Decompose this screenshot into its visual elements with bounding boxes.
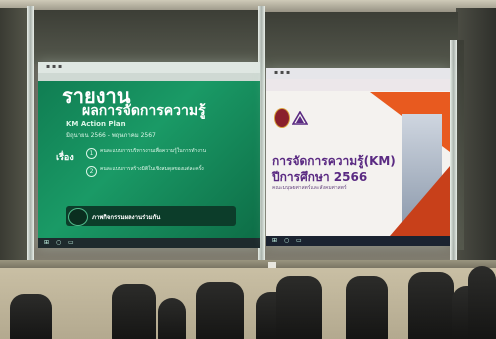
chair xyxy=(346,276,388,339)
chair xyxy=(276,276,322,339)
wall-outlet xyxy=(268,262,276,268)
app-titlebar: ▪ ▪ ▪ xyxy=(38,62,260,73)
taskview-icon: ▭ xyxy=(296,237,302,244)
ribbon-toolbar xyxy=(266,79,450,91)
windows-icon: ⊞ xyxy=(44,239,50,246)
slide-title-line2: ผลการจัดการความรู้ xyxy=(82,103,206,119)
projection-screen-right: ▪ ▪ ▪ การจัดการความรู้(KM) ปีการศึกษา 25… xyxy=(266,68,450,246)
projection-screen-left: ▪ ▪ ▪ รายงาน ผลการจัดการความรู้ KM Actio… xyxy=(38,62,260,248)
accent-shape xyxy=(390,166,450,236)
topic-label: เรื่อง xyxy=(56,153,74,163)
search-icon: ○ xyxy=(56,239,62,246)
topic-item-1: คนละแบบการบริหารงานเพื่อความรู้ในการทำงา… xyxy=(100,148,207,154)
faculty-logo-icon xyxy=(291,110,309,125)
taskview-icon: ▭ xyxy=(68,239,74,246)
chair xyxy=(158,298,186,339)
topic-item-2: คนละแบบการสร้างมิติในเชิงสมดุลของแต่ละคร… xyxy=(100,166,204,172)
window-blind-right xyxy=(262,12,458,70)
search-icon: ○ xyxy=(284,237,290,244)
titlebar-text: ▪ ▪ ▪ xyxy=(46,63,63,70)
university-seal-icon xyxy=(274,108,290,128)
window-frame-post xyxy=(27,6,34,266)
windows-icon: ⊞ xyxy=(272,237,278,244)
window-blind-left xyxy=(34,10,262,64)
titlebar-text: ▪ ▪ ▪ xyxy=(274,69,291,76)
slide-subtitle: KM Action Plan xyxy=(66,120,126,128)
chair xyxy=(408,272,454,339)
left-wall xyxy=(0,8,30,270)
app-titlebar: ▪ ▪ ▪ xyxy=(266,68,450,79)
meeting-room-photo: ▪ ▪ ▪ รายงาน ผลการจัดการความรู้ KM Actio… xyxy=(0,0,496,339)
faculty-name: คณะมนุษยศาสตร์และสังคมศาสตร์ xyxy=(272,185,347,191)
chair xyxy=(468,266,496,339)
circle-emblem xyxy=(68,208,88,226)
chair xyxy=(10,294,52,339)
chair xyxy=(112,284,156,339)
slide-date-range: มิถุนายน 2566 - พฤษภาคม 2567 xyxy=(66,132,156,139)
bullet-icon: 1 xyxy=(86,148,97,159)
taskbar: ⊞ ○ ▭ xyxy=(266,236,450,246)
footer-label: ภาพกิจกรรมผลงานร่วมกัน xyxy=(92,214,161,221)
window-frame-post xyxy=(450,40,457,266)
bullet-icon: 2 xyxy=(86,166,97,177)
chair xyxy=(196,282,244,339)
taskbar: ⊞ ○ ▭ xyxy=(38,238,260,248)
ledge xyxy=(0,260,496,268)
